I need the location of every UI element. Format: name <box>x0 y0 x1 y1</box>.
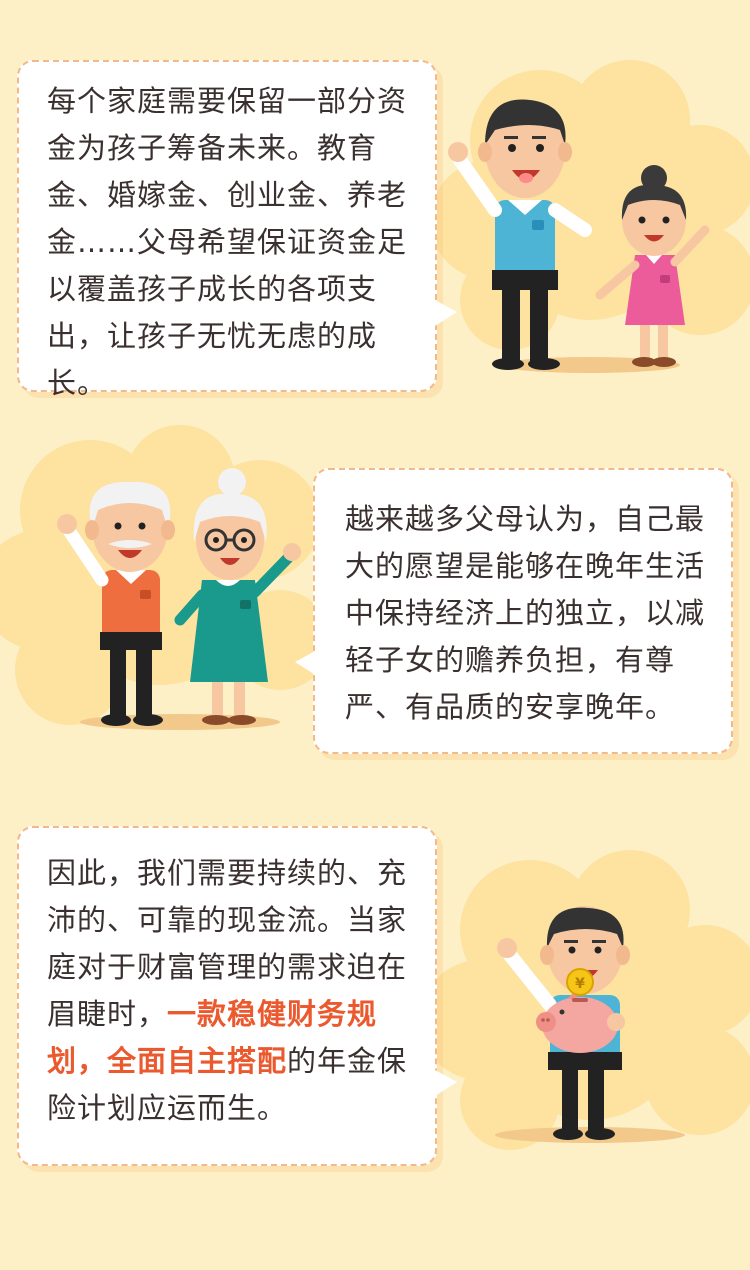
father-daughter-illustration <box>448 99 710 373</box>
speech-bubble-annuity: 因此，我们需要持续的、充沛的、可靠的现金流。当家庭对于财富管理的需求迫在眉睫时，… <box>17 826 437 1166</box>
coin-icon: ¥ <box>566 968 594 996</box>
bubble-text: 因此，我们需要持续的、充沛的、可靠的现金流。当家庭对于财富管理的需求迫在眉睫时，… <box>47 850 415 1132</box>
man-with-piggy-bank-illustration: ¥ <box>495 906 685 1143</box>
bubble-text: 越来越多父母认为，自己最大的愿望是能够在晚年生活中保持经济上的独立，以减轻子女的… <box>345 502 706 724</box>
elderly-couple-illustration <box>57 468 301 730</box>
speech-bubble-children-fund: 每个家庭需要保留一部分资金为孩子筹备未来。教育金、婚嫁金、创业金、养老金……父母… <box>17 60 437 400</box>
bubble-text: 每个家庭需要保留一部分资金为孩子筹备未来。教育金、婚嫁金、创业金、养老金……父母… <box>47 84 408 400</box>
speech-bubble-retirement: 越来越多父母认为，自己最大的愿望是能够在晚年生活中保持经济上的独立，以减轻子女的… <box>313 468 733 754</box>
section-retirement: 越来越多父母认为，自己最大的愿望是能够在晚年生活中保持经济上的独立，以减轻子女的… <box>0 420 750 780</box>
bubble-tail <box>435 1070 457 1096</box>
section-children-fund: 每个家庭需要保留一部分资金为孩子筹备未来。教育金、婚嫁金、创业金、养老金……父母… <box>0 0 750 410</box>
svg-text:¥: ¥ <box>575 976 585 992</box>
section-annuity: 因此，我们需要持续的、充沛的、可靠的现金流。当家庭对于财富管理的需求迫在眉睫时，… <box>0 800 750 1270</box>
